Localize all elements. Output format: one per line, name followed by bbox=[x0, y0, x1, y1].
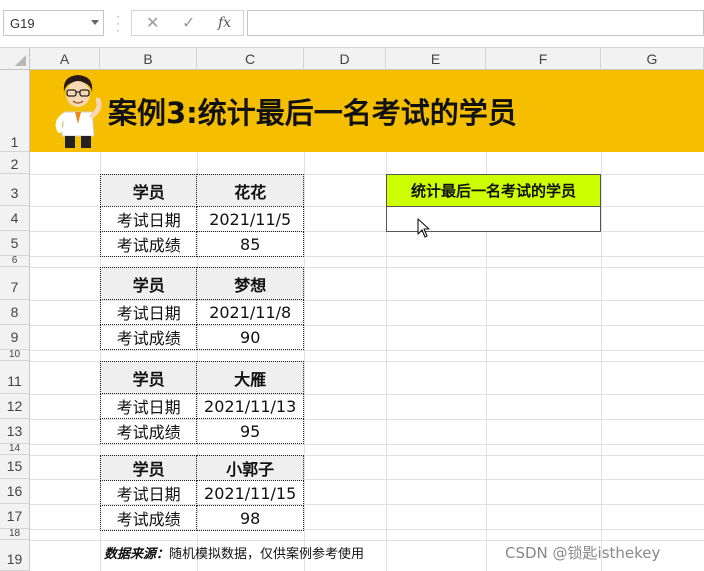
row-header-11[interactable]: 11 bbox=[0, 361, 30, 394]
function-icon[interactable]: fx bbox=[218, 15, 231, 31]
result-header[interactable]: 统计最后一名考试的学员 bbox=[386, 174, 601, 207]
table-cell[interactable]: 2021/11/5 bbox=[196, 206, 304, 232]
table-cell[interactable]: 花花 bbox=[196, 174, 304, 207]
table-cell[interactable]: 梦想 bbox=[196, 267, 304, 300]
table-row: 考试日期 2021/11/15 bbox=[99, 480, 304, 506]
student-table-4: 学员 小郭子 考试日期 2021/11/15 考试成绩 98 bbox=[99, 455, 304, 531]
table-cell[interactable]: 学员 bbox=[99, 361, 198, 394]
table-row: 考试日期 2021/11/8 bbox=[99, 299, 304, 325]
table-row: 考试日期 2021/11/13 bbox=[99, 393, 304, 419]
column-header-f[interactable]: F bbox=[486, 48, 601, 70]
table-cell[interactable]: 2021/11/15 bbox=[196, 480, 304, 506]
row-header-19[interactable]: 19 bbox=[0, 540, 30, 571]
row-header-13[interactable]: 13 bbox=[0, 419, 30, 444]
table-cell[interactable]: 90 bbox=[196, 324, 304, 350]
data-source-text: 随机模拟数据，仅供案例参考使用 bbox=[169, 547, 365, 562]
table-cell[interactable]: 学员 bbox=[99, 267, 198, 300]
formula-buttons: ✕ ✓ fx bbox=[131, 10, 244, 36]
table-row: 考试成绩 95 bbox=[99, 418, 304, 444]
name-box-value: G19 bbox=[10, 16, 35, 31]
row-header-5[interactable]: 5 bbox=[0, 231, 30, 256]
table-cell[interactable]: 大雁 bbox=[196, 361, 304, 394]
student-table-3: 学员 大雁 考试日期 2021/11/13 考试成绩 95 bbox=[99, 361, 304, 444]
table-cell[interactable]: 学员 bbox=[99, 455, 198, 481]
select-all-icon bbox=[15, 55, 26, 66]
chevron-down-icon[interactable] bbox=[91, 20, 99, 25]
gridline bbox=[30, 350, 704, 351]
row-header-3[interactable]: 3 bbox=[0, 174, 30, 206]
column-header-c[interactable]: C bbox=[197, 48, 304, 70]
table-cell[interactable]: 学员 bbox=[99, 174, 198, 207]
table-cell[interactable]: 考试成绩 bbox=[99, 418, 198, 444]
column-header-b[interactable]: B bbox=[100, 48, 197, 70]
table-header-row: 学员 梦想 bbox=[99, 267, 304, 300]
more-options-icon[interactable]: · · · bbox=[116, 10, 120, 36]
column-header-d[interactable]: D bbox=[304, 48, 386, 70]
row-header-6[interactable]: 6 bbox=[0, 255, 30, 267]
table-cell[interactable]: 85 bbox=[196, 231, 304, 257]
table-cell[interactable]: 95 bbox=[196, 418, 304, 444]
row-header-2[interactable]: 2 bbox=[0, 152, 30, 174]
mouse-pointer-icon bbox=[417, 218, 430, 238]
data-source-label: 数据来源： bbox=[104, 547, 170, 562]
table-row: 考试日期 2021/11/5 bbox=[99, 206, 304, 232]
table-header-row: 学员 小郭子 bbox=[99, 455, 304, 481]
table-cell[interactable]: 2021/11/8 bbox=[196, 299, 304, 325]
row-header-7[interactable]: 7 bbox=[0, 267, 30, 300]
table-cell[interactable]: 小郭子 bbox=[196, 455, 304, 481]
column-header-g[interactable]: G bbox=[601, 48, 704, 70]
name-box[interactable]: G19 bbox=[3, 10, 104, 36]
watermark: CSDN @锁匙isthekey bbox=[505, 544, 661, 562]
teacher-avatar-icon bbox=[55, 75, 102, 148]
column-header-a[interactable]: A bbox=[30, 48, 100, 70]
page-title: 案例3:统计最后一名考试的学员 bbox=[108, 96, 517, 130]
enter-icon[interactable]: ✓ bbox=[182, 13, 195, 33]
table-cell[interactable]: 考试成绩 bbox=[99, 231, 198, 257]
table-cell[interactable]: 考试成绩 bbox=[99, 324, 198, 350]
row-header-15[interactable]: 15 bbox=[0, 455, 30, 479]
row-header-1[interactable]: 1 bbox=[0, 70, 30, 152]
table-header-row: 学员 花花 bbox=[99, 174, 304, 207]
formula-input[interactable] bbox=[247, 10, 704, 36]
row-header-18[interactable]: 18 bbox=[0, 528, 30, 540]
table-cell[interactable]: 2021/11/13 bbox=[196, 393, 304, 419]
select-all-corner[interactable] bbox=[0, 48, 30, 70]
table-cell[interactable]: 考试日期 bbox=[99, 206, 198, 232]
table-cell[interactable]: 98 bbox=[196, 505, 304, 531]
row-header-12[interactable]: 12 bbox=[0, 394, 30, 419]
table-cell[interactable]: 考试日期 bbox=[99, 393, 198, 419]
formula-bar: G19 · · · ✕ ✓ fx bbox=[0, 0, 704, 48]
table-row: 考试成绩 85 bbox=[99, 231, 304, 257]
row-header-8[interactable]: 8 bbox=[0, 300, 30, 325]
table-row: 考试成绩 98 bbox=[99, 505, 304, 531]
table-cell[interactable]: 考试日期 bbox=[99, 299, 198, 325]
student-table-1: 学员 花花 考试日期 2021/11/5 考试成绩 85 bbox=[99, 174, 304, 257]
gridline bbox=[30, 540, 704, 541]
row-header-9[interactable]: 9 bbox=[0, 325, 30, 350]
row-header-4[interactable]: 4 bbox=[0, 206, 30, 231]
table-row: 考试成绩 90 bbox=[99, 324, 304, 350]
student-table-2: 学员 梦想 考试日期 2021/11/8 考试成绩 90 bbox=[99, 267, 304, 350]
row-header-17[interactable]: 17 bbox=[0, 504, 30, 529]
row-header-16[interactable]: 16 bbox=[0, 479, 30, 504]
cancel-icon[interactable]: ✕ bbox=[146, 13, 159, 33]
table-cell[interactable]: 考试成绩 bbox=[99, 505, 198, 531]
table-header-row: 学员 大雁 bbox=[99, 361, 304, 394]
gridline bbox=[30, 444, 704, 445]
data-source-note: 数据来源：随机模拟数据，仅供案例参考使用 bbox=[104, 543, 364, 562]
column-header-e[interactable]: E bbox=[386, 48, 486, 70]
row-header-10[interactable]: 10 bbox=[0, 349, 30, 361]
table-cell[interactable]: 考试日期 bbox=[99, 480, 198, 506]
